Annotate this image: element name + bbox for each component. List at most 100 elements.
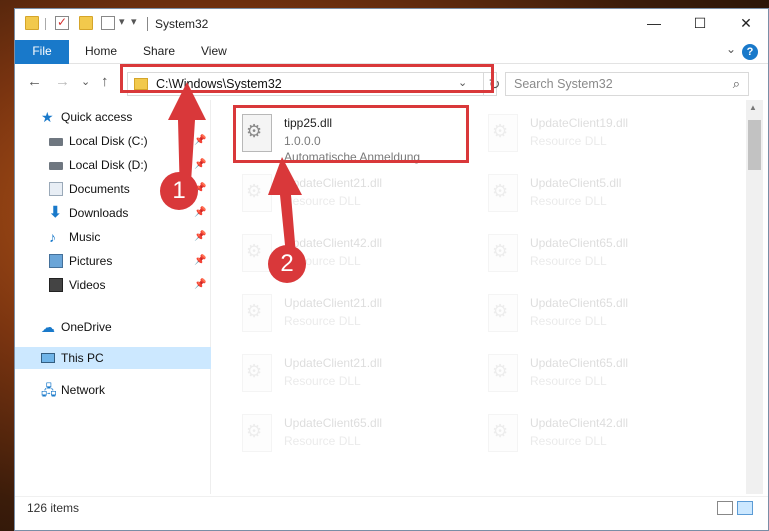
quick-access-dropdown-icon[interactable]: ▾ — [119, 15, 125, 28]
file-item[interactable]: UpdateClient5.dll Resource DLL — [480, 168, 710, 224]
sidebar-item-label: OneDrive — [61, 320, 112, 334]
music-icon: ♪ — [49, 229, 56, 245]
divider — [45, 18, 46, 30]
sidebar-item-label: This PC — [61, 351, 104, 365]
file-item[interactable]: UpdateClient42.dll Resource DLL — [480, 408, 710, 464]
pin-icon[interactable]: 📌 — [194, 231, 206, 242]
sidebar-item-label: Documents — [69, 182, 130, 196]
file-type: Resource DLL — [530, 314, 607, 328]
file-name: UpdateClient5.dll — [530, 176, 622, 190]
customize-icon[interactable] — [101, 16, 115, 30]
pin-icon[interactable]: 📌 — [194, 255, 206, 266]
ribbon-expand-icon[interactable]: ⌄ — [726, 42, 736, 56]
sidebar-item-this-pc[interactable]: This PC — [15, 347, 211, 369]
sidebar-item-label: Downloads — [69, 206, 129, 220]
search-input[interactable]: Search System32 — [514, 77, 613, 91]
network-icon: 🖧 — [41, 382, 57, 398]
star-icon: ★ — [41, 109, 54, 125]
file-item[interactable]: UpdateClient21.dll Resource DLL — [234, 288, 464, 344]
cloud-icon: ☁ — [41, 319, 55, 335]
sidebar-item-network[interactable]: 🖧 Network — [15, 379, 211, 401]
dll-file-icon — [242, 354, 272, 392]
documents-icon — [49, 182, 63, 196]
dll-file-icon — [488, 114, 518, 152]
item-count: 126 items — [27, 501, 80, 515]
help-icon[interactable]: ? — [742, 44, 758, 60]
maximize-button[interactable]: ☐ — [677, 9, 723, 39]
sidebar-item-label: Network — [61, 383, 106, 397]
file-name: UpdateClient65.dll — [530, 236, 629, 250]
recent-locations-icon[interactable]: ⌄ — [81, 75, 90, 88]
file-item[interactable]: UpdateClient65.dll Resource DLL — [480, 228, 710, 284]
tab-home[interactable]: Home — [71, 40, 131, 64]
forward-arrow-icon[interactable]: → — [55, 73, 70, 90]
back-arrow-icon[interactable]: ← — [27, 73, 42, 90]
sidebar-item-onedrive[interactable]: ☁ OneDrive — [15, 316, 211, 338]
file-type: Resource DLL — [530, 194, 607, 208]
search-box[interactable]: Search System32 ⌕ — [505, 72, 749, 96]
file-name: UpdateClient65.dll — [284, 416, 383, 430]
up-arrow-icon[interactable]: ↑ — [101, 73, 109, 90]
pictures-icon — [49, 254, 63, 268]
step-2-badge: 2 — [268, 245, 306, 283]
computer-icon — [41, 353, 55, 363]
file-name: UpdateClient65.dll — [530, 356, 629, 370]
ribbon-tabs: File Home Share View ⌄ ? — [15, 40, 768, 64]
pin-icon[interactable]: 📌 — [194, 279, 206, 290]
file-type: Resource DLL — [530, 434, 607, 448]
file-name: UpdateClient42.dll — [530, 416, 629, 430]
videos-icon — [49, 278, 63, 292]
large-icons-view-icon[interactable] — [737, 501, 753, 515]
toolbar-customize-icon[interactable]: ▾ — [131, 15, 137, 28]
sidebar-item-label: Local Disk (C:) — [69, 134, 148, 148]
file-name: UpdateClient21.dll — [284, 356, 383, 370]
close-button[interactable]: ✕ — [723, 9, 769, 39]
sidebar-item-music[interactable]: ♪ Music 📌 — [15, 226, 211, 248]
file-item[interactable]: UpdateClient65.dll Resource DLL — [234, 408, 464, 464]
sidebar-item-label: Quick access — [61, 110, 133, 124]
disk-icon — [49, 138, 63, 146]
file-type: Resource DLL — [530, 134, 607, 148]
dll-file-icon — [242, 414, 272, 452]
disk-icon — [49, 162, 63, 170]
file-item[interactable]: UpdateClient65.dll Resource DLL — [480, 348, 710, 404]
new-folder-icon[interactable] — [79, 16, 93, 30]
minimize-button[interactable]: — — [631, 9, 677, 39]
tab-file[interactable]: File — [15, 40, 69, 64]
dll-file-icon — [242, 294, 272, 332]
file-name: UpdateClient21.dll — [284, 296, 383, 310]
sidebar-item-label: Music — [69, 230, 101, 244]
file-item[interactable]: UpdateClient21.dll Resource DLL — [234, 348, 464, 404]
details-view-icon[interactable] — [717, 501, 733, 515]
file-type: Resource DLL — [284, 374, 361, 388]
folder-icon[interactable] — [25, 16, 39, 30]
status-bar: 126 items — [15, 496, 768, 518]
properties-icon[interactable] — [55, 15, 69, 30]
file-name: UpdateClient65.dll — [530, 296, 629, 310]
sidebar-item-label: Local Disk (D:) — [69, 158, 148, 172]
sidebar-item-videos[interactable]: Videos 📌 — [15, 274, 211, 296]
dll-file-icon — [488, 354, 518, 392]
file-type: Resource DLL — [530, 374, 607, 388]
scroll-up-icon[interactable]: ▲ — [749, 103, 757, 112]
dll-file-icon — [488, 234, 518, 272]
vertical-scrollbar[interactable]: ▲ — [746, 100, 763, 494]
file-type: Resource DLL — [284, 314, 361, 328]
file-type: Resource DLL — [284, 434, 361, 448]
file-name: UpdateClient19.dll — [530, 116, 629, 130]
window-title: System32 — [155, 17, 209, 31]
title-divider — [147, 17, 148, 31]
file-type: Resource DLL — [530, 254, 607, 268]
downloads-icon: ⬇ — [49, 204, 62, 221]
file-item[interactable]: UpdateClient65.dll Resource DLL — [480, 288, 710, 344]
dll-file-icon — [488, 414, 518, 452]
tab-view[interactable]: View — [187, 40, 241, 64]
sidebar-item-label: Videos — [69, 278, 106, 292]
sidebar-item-pictures[interactable]: Pictures 📌 — [15, 250, 211, 272]
dll-file-icon — [488, 294, 518, 332]
scroll-thumb[interactable] — [748, 120, 761, 170]
search-icon[interactable]: ⌕ — [733, 76, 740, 92]
tab-share[interactable]: Share — [129, 40, 189, 64]
file-item[interactable]: UpdateClient19.dll Resource DLL — [480, 108, 710, 164]
title-bar: ▾ ▾ System32 — ☐ ✕ — [15, 9, 768, 39]
